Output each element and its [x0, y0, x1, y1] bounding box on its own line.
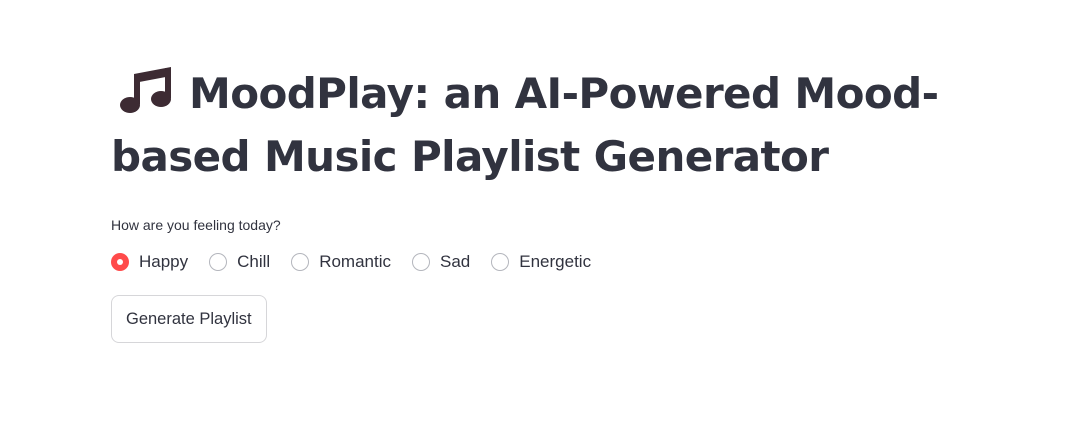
mood-option-label: Happy: [139, 252, 189, 271]
music-notes-icon: [119, 64, 175, 114]
mood-option-label: Chill: [237, 252, 271, 271]
mood-option-sad[interactable]: Sad: [412, 250, 470, 274]
radio-selected-icon[interactable]: [111, 253, 129, 271]
radio-unselected-icon[interactable]: [412, 253, 431, 271]
mood-option-chill[interactable]: Chill: [209, 250, 270, 274]
mood-question-label: How are you feeling today?: [111, 217, 281, 233]
mood-option-label: Energetic: [519, 252, 592, 271]
mood-radio-group: Happy Chill Romantic Sad Energetic: [111, 250, 971, 274]
page-title: MoodPlay: an AI-Powered Mood-based Music…: [111, 62, 971, 188]
radio-unselected-icon[interactable]: [209, 253, 228, 271]
generate-playlist-button[interactable]: Generate Playlist: [111, 295, 267, 343]
mood-option-happy[interactable]: Happy: [111, 250, 188, 274]
mood-option-label: Sad: [440, 252, 471, 271]
radio-unselected-icon[interactable]: [491, 253, 510, 271]
main-content: MoodPlay: an AI-Powered Mood-based Music…: [111, 62, 971, 343]
mood-option-energetic[interactable]: Energetic: [491, 250, 591, 274]
mood-option-romantic[interactable]: Romantic: [291, 250, 391, 274]
page-title-text: MoodPlay: an AI-Powered Mood-based Music…: [111, 69, 939, 181]
radio-unselected-icon[interactable]: [291, 253, 310, 271]
mood-option-label: Romantic: [319, 252, 392, 271]
